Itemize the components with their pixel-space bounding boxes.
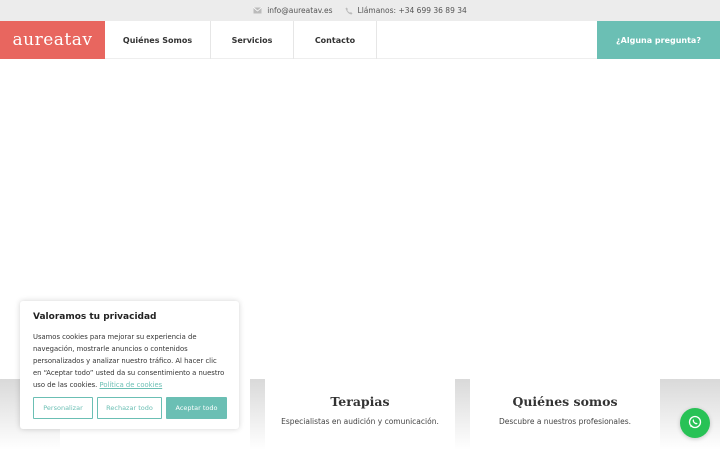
main-nav: aureatav Quiénes Somos Servicios Contact…	[0, 21, 720, 59]
whatsapp-icon	[688, 414, 702, 433]
nav-menu: Quiénes Somos Servicios Contacto	[105, 21, 377, 59]
card-terapias[interactable]: Terapias Especialistas en audición y com…	[265, 379, 455, 450]
customize-button[interactable]: Personalizar	[33, 397, 93, 419]
email-link[interactable]: info@aureatav.es	[267, 6, 332, 15]
cookie-buttons: Personalizar Rechazar todo Aceptar todo	[33, 397, 227, 419]
card-quienes-somos[interactable]: Quiénes somos Descubre a nuestros profes…	[470, 379, 660, 450]
cookie-policy-link[interactable]: Política de cookies	[100, 381, 163, 389]
card-text: Especialistas en audición y comunicación…	[281, 417, 439, 426]
question-cta-button[interactable]: ¿Alguna pregunta?	[597, 21, 720, 59]
accept-all-button[interactable]: Aceptar todo	[166, 397, 227, 419]
page: { "topbar": { "email": "info@aureatav.es…	[0, 0, 720, 450]
card-text: Descubre a nuestros profesionales.	[498, 417, 632, 426]
cookie-consent-dialog: Valoramos tu privacidad Usamos cookies p…	[20, 301, 239, 429]
whatsapp-button[interactable]	[680, 408, 710, 438]
card-title: Quiénes somos	[512, 394, 618, 409]
nav-item-contacto[interactable]: Contacto	[294, 21, 377, 59]
top-contact-bar: info@aureatav.es Llámanos: +34 699 36 89…	[0, 0, 720, 21]
phone-contact[interactable]: Llámanos: +34 699 36 89 34	[345, 6, 467, 15]
phone-icon	[345, 7, 353, 15]
nav-item-quienes-somos[interactable]: Quiénes Somos	[105, 21, 211, 59]
cookie-title: Valoramos tu privacidad	[33, 312, 157, 322]
phone-text[interactable]: Llámanos: +34 699 36 89 34	[358, 6, 467, 15]
cookie-body: Usamos cookies para mejorar su experienc…	[33, 331, 226, 391]
nav-item-servicios[interactable]: Servicios	[211, 21, 294, 59]
card-title: Terapias	[330, 394, 390, 409]
email-contact[interactable]: info@aureatav.es	[253, 6, 333, 15]
reject-all-button[interactable]: Rechazar todo	[97, 397, 162, 419]
envelope-icon	[253, 7, 262, 14]
logo[interactable]: aureatav	[0, 21, 105, 59]
